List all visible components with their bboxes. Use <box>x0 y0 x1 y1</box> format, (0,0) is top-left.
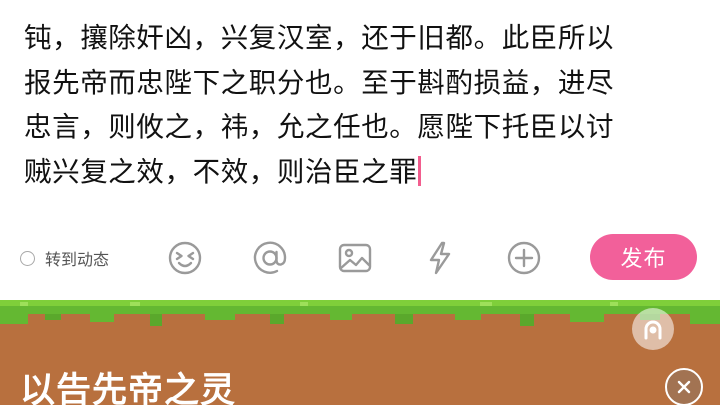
repost-radio[interactable] <box>20 250 35 266</box>
close-icon[interactable] <box>665 368 703 405</box>
comment-editor[interactable]: 钝，攘除奸凶，兴复汉室，还于旧都。此臣所以 报先帝而忠陛下之职分也。至于斟酌损益… <box>0 0 720 300</box>
text-line-3: 忠言，则攸之，祎，允之任也。愿陛下托臣以讨 <box>24 111 615 143</box>
text-line-2: 报先帝而忠陛下之职分也。至于斟酌损益，进尽 <box>24 66 615 99</box>
text-line-1: 钝，攘除奸凶，兴复汉室，还于旧都。此臣所以 <box>24 22 615 54</box>
image-icon[interactable] <box>337 240 373 276</box>
comment-text-area[interactable]: 钝，攘除奸凶，兴复汉室，还于旧都。此臣所以 报先帝而忠陛下之职分也。至于斟酌损益… <box>24 16 704 194</box>
repost-toggle[interactable]: 转到动态 <box>20 245 109 271</box>
text-line-4-content: 贼兴复之效，不效，则治臣之罪 <box>24 155 418 188</box>
text-line-4: 贼兴复之效，不效，则治臣之罪 <box>24 150 704 195</box>
lightning-icon[interactable] <box>422 240 458 276</box>
mention-icon[interactable] <box>252 240 288 276</box>
add-icon[interactable] <box>506 240 542 276</box>
text-caret <box>418 155 421 186</box>
banner-text: 以告先帝之灵 <box>20 371 237 405</box>
comment-toolbar: 转到动态 发布 <box>0 232 720 284</box>
game-banner[interactable]: 以告先帝之灵 <box>0 300 720 405</box>
share-icon[interactable] <box>632 308 674 350</box>
grass-strip <box>0 300 720 326</box>
repost-label: 转到动态 <box>45 250 110 269</box>
publish-button[interactable]: 发布 <box>590 234 697 280</box>
emoji-icon[interactable] <box>167 240 203 276</box>
